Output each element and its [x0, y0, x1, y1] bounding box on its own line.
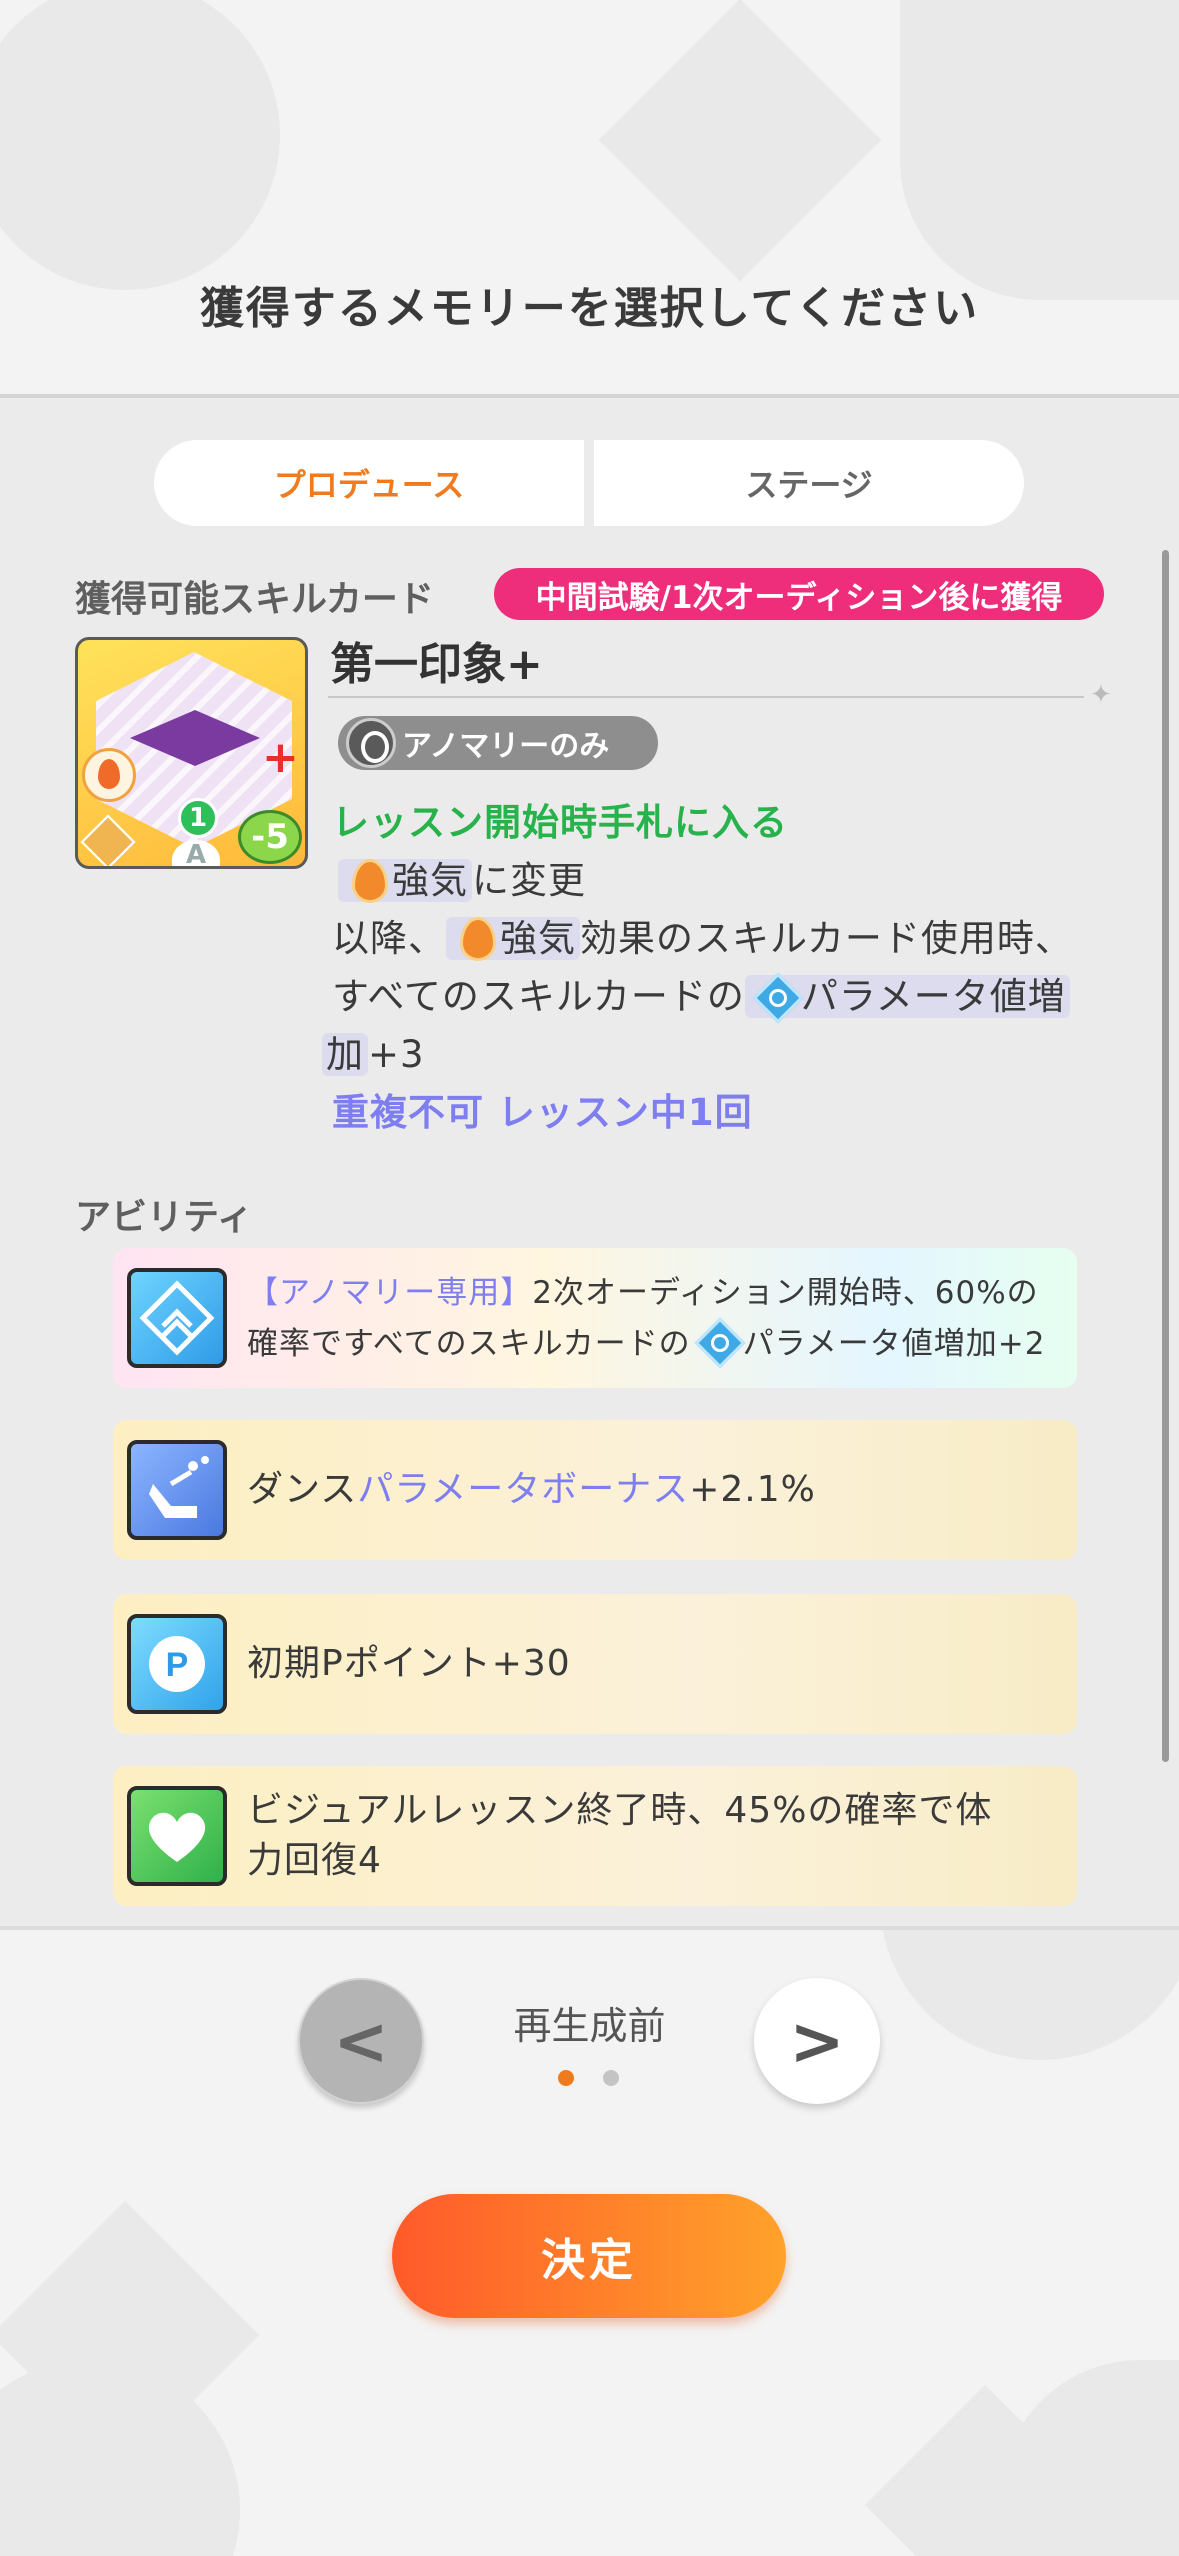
ability-item-stamina[interactable]: ビジュアルレッスン終了時、45%の確率で体 力回復4 [113, 1766, 1077, 1906]
name-divider [328, 696, 1084, 698]
strong-will-keyword: 強気 [500, 917, 576, 960]
panel-divider [0, 1926, 1179, 1930]
sparkle-icon: ✦ [1090, 680, 1112, 710]
tab-bar: プロデュース ステージ [154, 440, 1024, 526]
strong-will-icon [346, 857, 388, 903]
ability-text: 【アノマリー専用】2次オーディション開始時、60%の 確率ですべてのスキルカード… [247, 1274, 1046, 1362]
tab-stage[interactable]: ステージ [594, 440, 1024, 526]
effect-line-2: 強気 に変更 [338, 850, 586, 904]
card-cost-badge: -5 [238, 810, 302, 864]
chevron-right-icon: > [789, 2002, 845, 2080]
ability-section-label: アビリティ [75, 1197, 253, 1238]
strong-will-keyword: 強気 [392, 859, 468, 902]
pager-label: 再生成前 [513, 2004, 666, 2048]
flame-icon [82, 748, 136, 802]
ability-item-dance[interactable]: ダンスパラメータボーナス+2.1% [113, 1420, 1077, 1560]
dance-icon [127, 1440, 227, 1540]
effect-line-1: レッスン開始時手札に入る [332, 801, 788, 844]
card-rank-badge: A [172, 840, 220, 866]
anomaly-tag-label: アノマリーのみ [402, 729, 610, 764]
effect-line-5: 加 +3 [322, 1024, 425, 1078]
heart-icon [127, 1786, 227, 1886]
anomaly-chevron-icon [127, 1268, 227, 1368]
rotate-icon [80, 814, 136, 866]
ability-item-p-point[interactable]: P 初期Pポイント+30 [113, 1594, 1077, 1734]
ability-text: ビジュアルレッスン終了時、45%の確率で体 力回復4 [247, 1790, 993, 1881]
svg-text:P: P [166, 1646, 189, 1684]
skill-card-name: 第一印象+ [330, 639, 543, 690]
header: 獲得するメモリーを選択してください [0, 0, 1179, 395]
tab-produce[interactable]: プロデュース [154, 440, 584, 526]
parameter-icon [695, 1318, 739, 1362]
p-point-icon: P [127, 1614, 227, 1714]
page-dot [603, 2070, 619, 2086]
next-button[interactable]: > [754, 1978, 880, 2104]
ability-text: 初期Pポイント+30 [247, 1643, 571, 1684]
acquisition-timing-badge: 中間試験/1次オーディション後に獲得 [494, 568, 1104, 620]
confirm-button[interactable]: 決定 [392, 2194, 786, 2318]
page-title: 獲得するメモリーを選択してください [199, 283, 980, 334]
anomaly-icon [346, 718, 396, 768]
effect-line-4: すべてのスキルカードの パラメータ値増 [332, 966, 1070, 1020]
anomaly-only-tag: アノマリーのみ [338, 716, 658, 770]
effect-line-3: 以降、 強気 効果のスキルカード使用時、 [332, 915, 1073, 961]
parameter-icon [753, 973, 797, 1017]
scrollbar[interactable] [1162, 550, 1169, 1762]
skill-section-label: 獲得可能スキルカード [75, 579, 434, 620]
strong-will-icon [454, 915, 496, 961]
ability-item-anomaly[interactable]: 【アノマリー専用】2次オーディション開始時、60%の 確率ですべてのスキルカード… [113, 1248, 1077, 1388]
page-dot-active [558, 2070, 574, 2086]
card-level-badge: 1 [178, 798, 218, 838]
parameter-keyword: パラメータ値増 [800, 975, 1066, 1018]
plus-icon: + [262, 732, 299, 783]
ability-text: ダンスパラメータボーナス+2.1% [247, 1469, 816, 1510]
skill-card-thumbnail[interactable]: + 1 A -5 [75, 637, 308, 869]
effect-line-6: 重複不可 レッスン中1回 [332, 1091, 753, 1134]
